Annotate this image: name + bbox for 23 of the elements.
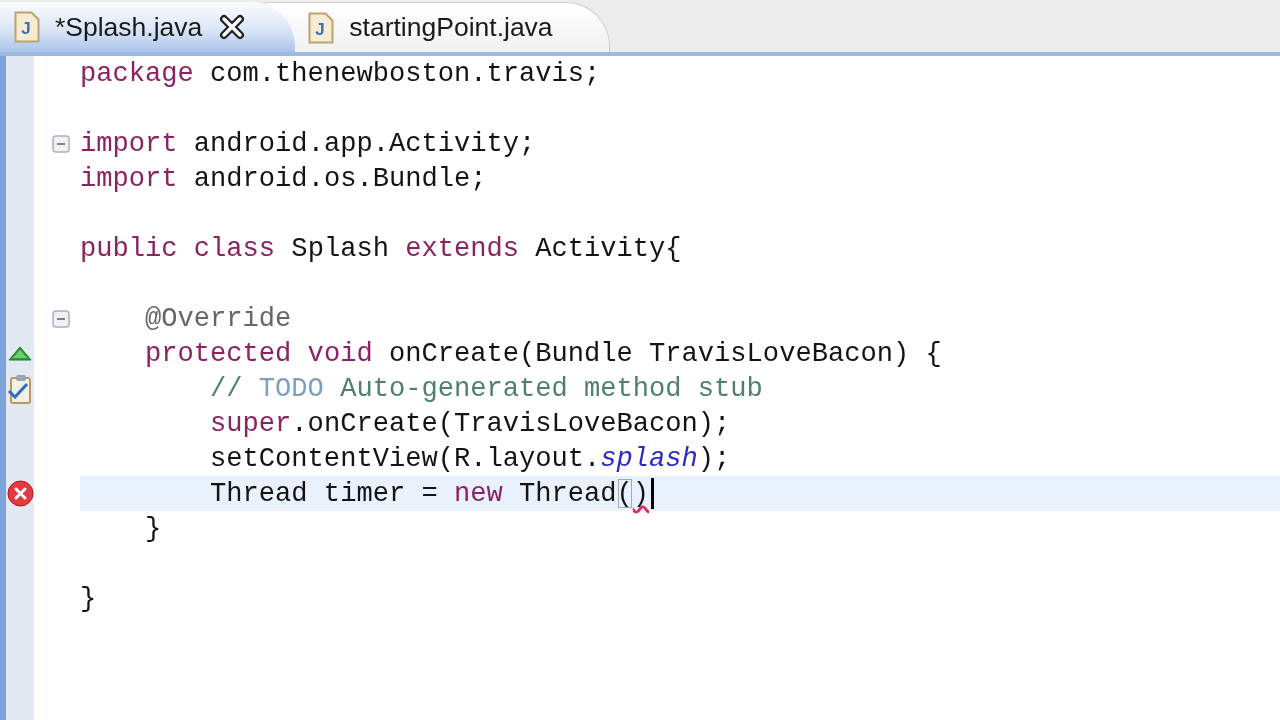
code-line: } <box>145 512 162 546</box>
code-line: @Override <box>145 302 292 336</box>
java-file-icon: J <box>14 11 40 43</box>
code-line: setContentView(R.layout.splash); <box>210 442 731 476</box>
code-line: public class Splash extends Activity{ <box>80 232 682 266</box>
java-file-icon: J <box>308 11 335 44</box>
editor-tab[interactable]: J startingPoint.java <box>265 2 610 52</box>
editor-tab[interactable]: J *Splash.java <box>0 2 296 52</box>
collapse-icon[interactable] <box>52 134 70 153</box>
code-line: import android.app.Activity; <box>80 127 536 161</box>
code-line: protected void onCreate(Bundle TravisLoveBacon) { <box>145 337 942 371</box>
code-line: import android.os.Bundle; <box>80 162 487 196</box>
error-icon <box>6 480 34 507</box>
clipboard-check-icon <box>8 373 32 404</box>
collapse-icon[interactable] <box>52 309 70 328</box>
text-caret <box>651 478 655 509</box>
code-line: package com.thenewboston.travis; <box>80 57 601 91</box>
code-line: super.onCreate(TravisLoveBacon); <box>210 407 731 441</box>
code-line: } <box>80 582 97 616</box>
close-icon[interactable] <box>219 14 246 40</box>
code-line: Thread timer = new Thread() <box>210 477 650 511</box>
up-triangle-icon <box>8 346 32 361</box>
code-line: // TODO Auto-generated method stub <box>210 372 763 406</box>
